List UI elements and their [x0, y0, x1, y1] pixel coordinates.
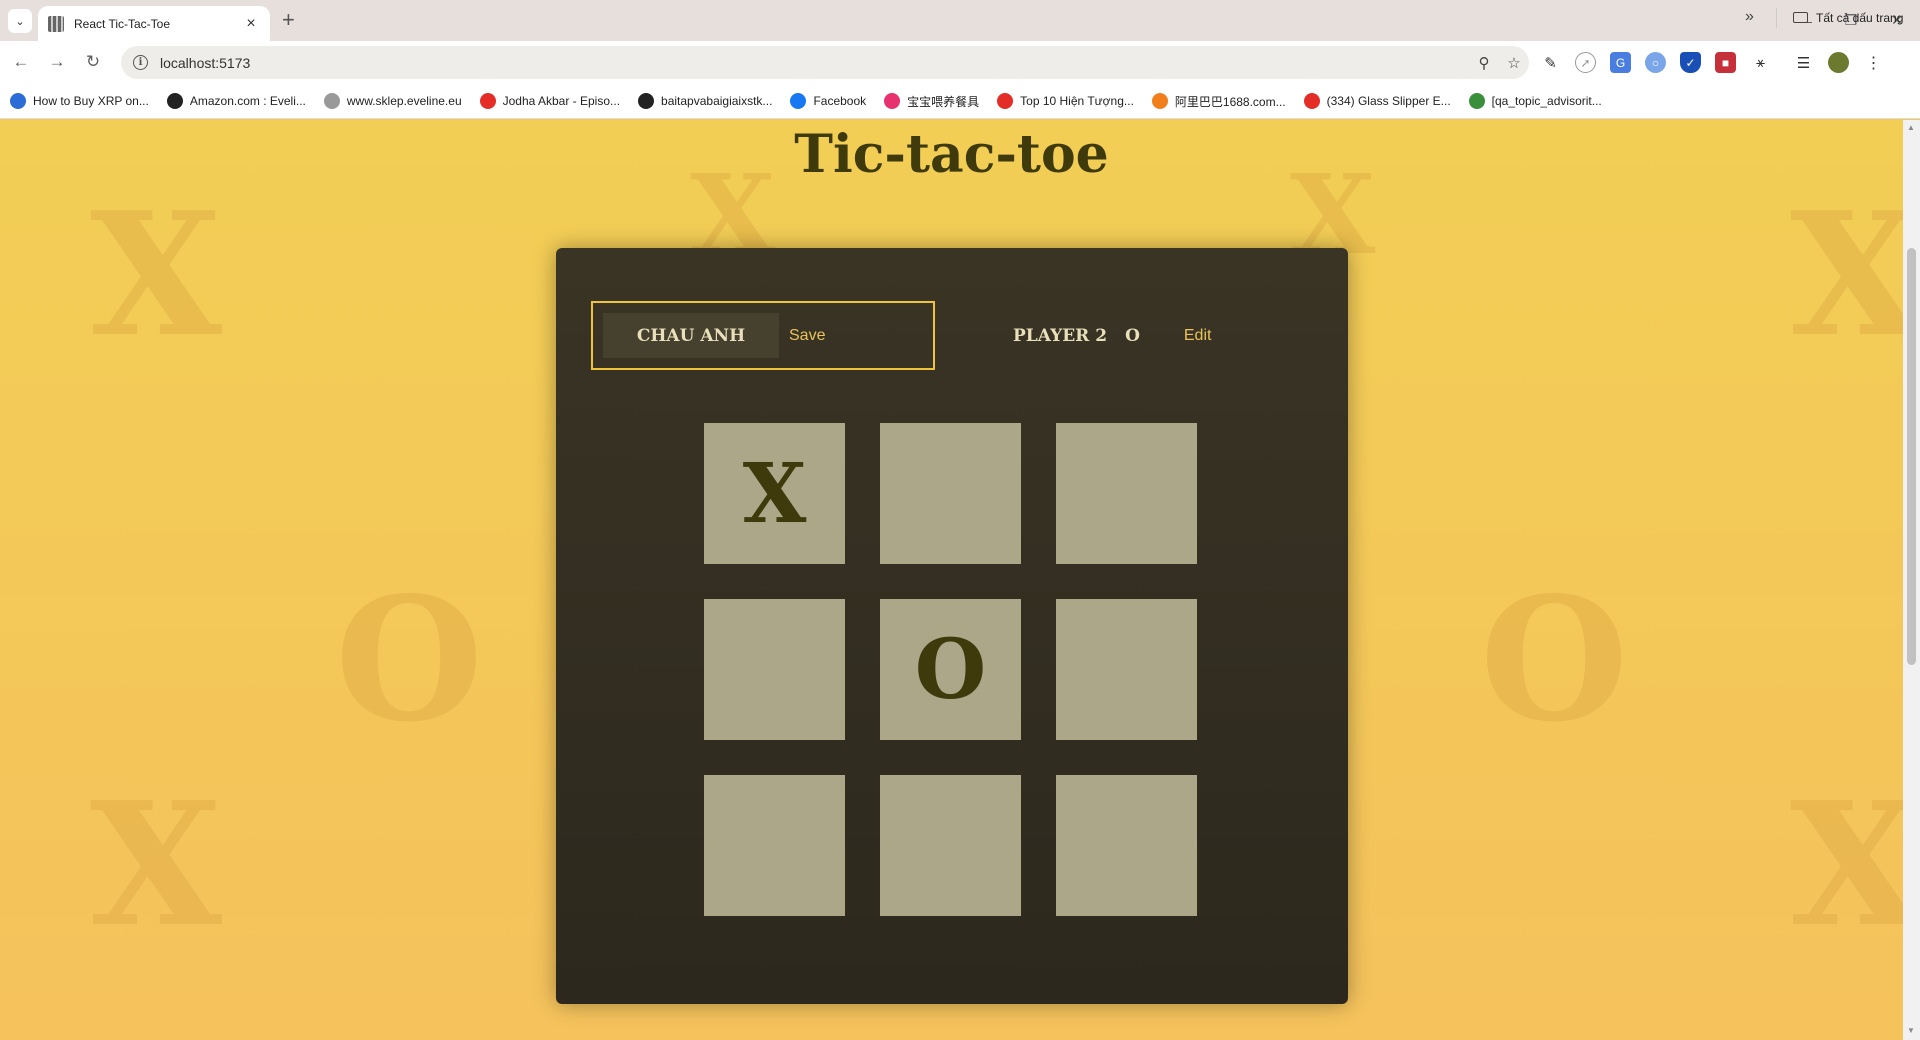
extension-red-icon[interactable]: ■	[1715, 52, 1736, 73]
youtube-icon	[479, 93, 496, 109]
player2-info: PLAYER 2 O Edit	[1013, 301, 1211, 370]
bookmark-label: www.sklep.eveline.eu	[346, 94, 462, 108]
avatar[interactable]	[1828, 52, 1849, 73]
media-icon[interactable]: ☰	[1793, 52, 1814, 73]
game-container: Save PLAYER 2 O Edit X O	[556, 248, 1348, 1004]
chevron-down-icon: ⌄	[15, 15, 25, 28]
page-viewport: X X X X O O X X Tic-tac-toe Save PLAYER …	[0, 120, 1903, 1040]
page-scrollbar[interactable]: ▲ ▼	[1903, 120, 1920, 1040]
board-cell[interactable]	[880, 423, 1021, 564]
bookmark-item[interactable]: How to Buy XRP on...	[10, 93, 149, 109]
alibaba-icon	[1151, 93, 1168, 109]
board-cell[interactable]	[1056, 423, 1197, 564]
translate-icon[interactable]: G	[1610, 52, 1631, 73]
qa-icon	[1468, 93, 1485, 109]
browser-toolbar: ← → ↻ i localhost:5173 ⚲ ☆ ✎ ➚ G ○ ✓ ■ ⚹…	[0, 41, 1920, 84]
facebook-icon	[790, 93, 807, 109]
scroll-thumb[interactable]	[1907, 248, 1916, 665]
bookmark-label: How to Buy XRP on...	[33, 94, 149, 108]
board-cell[interactable]	[704, 599, 845, 740]
zoom-icon[interactable]: ⚲	[1469, 54, 1499, 72]
bookmark-label: Facebook	[813, 94, 867, 108]
eveline-icon	[323, 93, 340, 109]
bookmark-label: Amazon.com : Eveli...	[189, 94, 306, 108]
extension-icons: ✎ ➚ G ○ ✓ ■ ⚹ ☰ ⋮	[1540, 52, 1884, 73]
youtube-icon	[1303, 93, 1320, 109]
bookmark-item[interactable]: (334) Glass Slipper E...	[1303, 93, 1451, 109]
bookmark-item[interactable]: Jodha Akbar - Episo...	[479, 93, 621, 109]
board-cell[interactable]	[880, 775, 1021, 916]
background-o-icon: O	[1480, 560, 1629, 760]
compass-icon[interactable]: ➚	[1575, 52, 1596, 73]
player1-active: Save	[591, 301, 935, 370]
shield-icon[interactable]: ✓	[1680, 52, 1701, 73]
scroll-up-icon[interactable]: ▲	[1907, 123, 1915, 132]
save-button[interactable]: Save	[789, 313, 825, 358]
new-tab-button[interactable]: +	[282, 9, 295, 31]
tab-search-button[interactable]: ⌄	[8, 9, 32, 33]
board-cell[interactable]	[1056, 599, 1197, 740]
menu-icon[interactable]: ⋮	[1863, 52, 1884, 73]
player2-symbol: O	[1125, 325, 1140, 346]
bookmark-item[interactable]: [qa_topic_advisorit...	[1468, 93, 1602, 109]
address-bar[interactable]: i localhost:5173 ⚲ ☆	[121, 46, 1529, 79]
url-text[interactable]: localhost:5173	[160, 55, 1469, 71]
tab-title: React Tic-Tac-Toe	[74, 16, 171, 31]
tab-favicon-icon	[48, 15, 64, 32]
bookmark-star-icon[interactable]: ☆	[1499, 54, 1529, 72]
lens-icon[interactable]: ○	[1645, 52, 1666, 73]
amazon-icon	[166, 93, 183, 109]
bookmark-item[interactable]: www.sklep.eveline.eu	[323, 93, 462, 109]
background-x-icon: X	[90, 765, 222, 965]
folder-icon	[1793, 12, 1808, 23]
browser-tab-bar: ⌄ React Tic-Tac-Toe × + — ❐ ✕	[0, 0, 1920, 41]
bookmark-item[interactable]: Facebook	[790, 93, 866, 109]
back-arrow-icon[interactable]: ←	[10, 51, 32, 73]
youtube-icon	[997, 93, 1014, 109]
bookmark-item[interactable]: Top 10 Hiện Tượng...	[997, 93, 1134, 109]
bookmarks-bar: How to Buy XRP on... Amazon.com : Eveli..…	[0, 84, 1920, 119]
bookmark-label: 阿里巴巴1688.com...	[1174, 94, 1286, 109]
all-bookmarks-label: Tất cả dấu trang	[1816, 10, 1904, 25]
player2-name: PLAYER 2	[1013, 325, 1108, 346]
taobao-icon	[884, 93, 901, 109]
edit-button[interactable]: Edit	[1184, 327, 1212, 345]
xrp-icon	[10, 93, 26, 109]
background-x-icon: X	[1790, 175, 1903, 375]
board-cell[interactable]	[704, 775, 845, 916]
eyedropper-icon[interactable]: ✎	[1540, 52, 1561, 73]
bookmark-label: Jodha Akbar - Episo...	[502, 94, 621, 108]
bookmark-label: (334) Glass Slipper E...	[1326, 94, 1451, 108]
board-cell[interactable]: O	[880, 599, 1021, 740]
bookmark-item[interactable]: baitapvabaigiaixstk...	[638, 93, 772, 109]
bookmark-item[interactable]: 宝宝喂养餐具	[884, 93, 979, 110]
bookmark-item[interactable]: 阿里巴巴1688.com...	[1151, 93, 1286, 110]
browser-tab-active[interactable]: React Tic-Tac-Toe ×	[38, 6, 270, 41]
page-title: Tic-tac-toe	[794, 124, 1109, 185]
site-icon	[638, 93, 655, 109]
bookmark-label: [qa_topic_advisorit...	[1491, 94, 1602, 108]
background-o-icon: O	[335, 560, 484, 760]
all-bookmarks-folder[interactable]: Tất cả dấu trang	[1793, 0, 1903, 35]
reload-icon[interactable]: ↻	[82, 51, 104, 73]
bookmark-label: Top 10 Hiện Tượng...	[1020, 94, 1134, 108]
puzzle-icon[interactable]: ⚹	[1750, 52, 1771, 73]
board-cell[interactable]	[1056, 775, 1197, 916]
forward-arrow-icon[interactable]: →	[46, 51, 68, 73]
background-x-icon: X	[1790, 765, 1903, 965]
bookmarks-divider	[1776, 8, 1777, 28]
bookmark-label: 宝宝喂养餐具	[907, 94, 980, 109]
bookmark-label: baitapvabaigiaixstk...	[661, 94, 773, 108]
chevron-double-right-icon[interactable]: »	[1745, 8, 1754, 26]
board-cell[interactable]: X	[704, 423, 845, 564]
player1-name-input[interactable]	[603, 313, 779, 358]
close-tab-icon[interactable]: ×	[242, 15, 260, 33]
game-board: X O	[704, 423, 1198, 917]
bookmark-item[interactable]: Amazon.com : Eveli...	[166, 93, 306, 109]
scroll-down-icon[interactable]: ▼	[1907, 1026, 1915, 1035]
background-x-icon: X	[90, 175, 222, 375]
site-info-icon[interactable]: i	[133, 55, 148, 70]
